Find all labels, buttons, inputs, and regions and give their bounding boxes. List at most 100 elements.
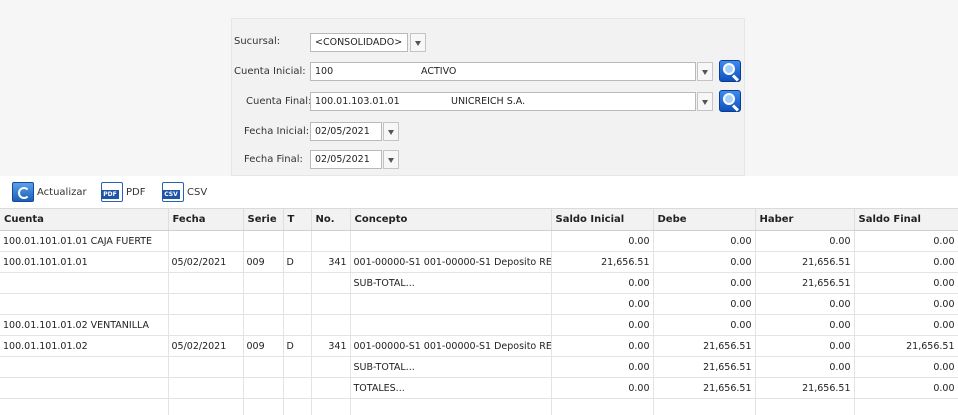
table-row[interactable]: 100.01.101.01.01 CAJA FUERTE 0.00 0.00 0.00… [0, 230, 958, 252]
table-cell [243, 230, 284, 252]
column-header[interactable]: No. [311, 208, 351, 231]
csv-label: CSV [187, 186, 208, 198]
fecha-final-label: Fecha Final: [244, 154, 303, 165]
cuenta-final-dropdown-button[interactable] [697, 92, 713, 111]
table-cell [283, 398, 312, 415]
sucursal-dropdown-button[interactable] [410, 33, 426, 52]
table-cell [168, 377, 244, 399]
table-cell: 21,656.51 [755, 251, 855, 273]
actualizar-button[interactable]: Actualizar [12, 182, 87, 202]
table-cell [283, 230, 312, 252]
table-cell [168, 314, 244, 336]
cuenta-inicial-field[interactable]: 100 ACTIVO [310, 62, 696, 81]
csv-button[interactable]: CSV CSV [162, 182, 207, 202]
fecha-inicial-input[interactable]: 02/05/2021 [310, 122, 382, 141]
pdf-button[interactable]: PDF PDF [101, 182, 145, 202]
refresh-icon [12, 182, 34, 202]
table-cell [243, 398, 284, 415]
table-cell: SUB-TOTAL... [350, 356, 552, 378]
table-cell: 0.00 [551, 293, 654, 315]
column-header[interactable]: Cuenta [0, 208, 169, 231]
table-cell [311, 356, 351, 378]
table-row[interactable]: 100.01.101.01.02 VENTANILLA 0.00 0.00 0.00 0… [0, 314, 958, 336]
table-cell [243, 314, 284, 336]
table-cell [311, 230, 351, 252]
table-cell [168, 293, 244, 315]
sucursal-label: Sucursal: [234, 36, 281, 47]
table-row[interactable]: SUB-TOTAL... 0.00 0.00 21,656.51 0.00 [0, 272, 958, 294]
table-cell [0, 293, 169, 315]
column-header[interactable]: Saldo Inicial [551, 208, 654, 231]
table-cell [168, 398, 244, 415]
cuenta-inicial-code: 100 [315, 66, 334, 77]
cuenta-final-name: UNICREICH S.A. [451, 96, 526, 107]
table-cell: 0.00 [653, 293, 756, 315]
table-cell: 009 [243, 251, 284, 273]
cuenta-final-field[interactable]: 100.01.103.01.01 UNICREICH S.A. [310, 92, 696, 111]
table-cell [0, 356, 169, 378]
table-row[interactable] [0, 398, 958, 415]
report-table: Cuenta Fecha Serie T No. Concepto Saldo Inicia… [0, 208, 958, 415]
cuenta-final-label: Cuenta Final: [246, 96, 312, 107]
column-header[interactable]: Debe [653, 208, 756, 231]
table-cell: 0.00 [854, 377, 958, 399]
table-cell: 05/02/2021 [168, 335, 244, 357]
table-cell [283, 314, 312, 336]
table-row[interactable]: 0.00 0.00 0.00 0.00 [0, 293, 958, 315]
pdf-label: PDF [126, 186, 146, 198]
cuenta-inicial-dropdown-button[interactable] [697, 62, 713, 81]
cuenta-final-search-icon[interactable] [719, 90, 741, 112]
table-cell [283, 356, 312, 378]
fecha-final-dropdown-button[interactable] [383, 150, 399, 169]
table-cell: 21,656.51 [653, 335, 756, 357]
table-row[interactable]: SUB-TOTAL... 0.00 21,656.51 0.00 0.00 [0, 356, 958, 378]
table-cell: D [283, 251, 312, 273]
table-cell [243, 293, 284, 315]
fecha-inicial-dropdown-button[interactable] [383, 122, 399, 141]
table-cell: 21,656.51 [755, 272, 855, 294]
table-cell [551, 398, 654, 415]
sucursal-select[interactable]: <CONSOLIDADO> [310, 33, 408, 52]
table-cell: TOTALES... [350, 377, 552, 399]
table-cell [243, 272, 284, 294]
column-header[interactable]: Fecha [168, 208, 244, 231]
table-row[interactable]: TOTALES... 0.00 21,656.51 21,656.51 0.00 [0, 377, 958, 399]
table-cell: 0.00 [755, 314, 855, 336]
table-cell: 21,656.51 [854, 335, 958, 357]
column-header[interactable]: Concepto [350, 208, 552, 231]
table-cell [653, 398, 756, 415]
cuenta-inicial-search-icon[interactable] [719, 60, 741, 82]
table-cell: 0.00 [653, 251, 756, 273]
table-cell [350, 293, 552, 315]
table-cell: 21,656.51 [653, 377, 756, 399]
pdf-file-icon: PDF [101, 182, 123, 202]
table-cell: 0.00 [551, 335, 654, 357]
table-cell: 0.00 [755, 335, 855, 357]
table-cell [854, 398, 958, 415]
column-header[interactable]: T [283, 208, 312, 231]
table-cell: 0.00 [551, 314, 654, 336]
table-cell: 21,656.51 [551, 251, 654, 273]
table-row[interactable]: 100.01.101.01.01 05/02/2021 009 D 341 001-000… [0, 251, 958, 273]
table-cell: 001-00000-S1 001-00000-S1 Deposito RE [350, 335, 552, 357]
table-cell: 0.00 [551, 272, 654, 294]
column-header[interactable]: Serie [243, 208, 284, 231]
table-cell [311, 377, 351, 399]
toolbar: Actualizar PDF PDF CSV CSV [0, 176, 958, 208]
table-cell [0, 272, 169, 294]
table-cell [350, 314, 552, 336]
table-cell: 0.00 [755, 230, 855, 252]
table-row[interactable]: 100.01.101.01.02 05/02/2021 009 D 341 001-000… [0, 335, 958, 357]
table-cell [0, 398, 169, 415]
table-cell: 0.00 [551, 230, 654, 252]
column-header[interactable]: Haber [755, 208, 855, 231]
table-cell: 0.00 [653, 272, 756, 294]
column-header[interactable]: Saldo Final [854, 208, 958, 231]
table-cell: D [283, 335, 312, 357]
table-cell: 0.00 [551, 377, 654, 399]
table-cell: 100.01.101.01.01 [0, 251, 169, 273]
table-cell [283, 293, 312, 315]
table-cell [350, 398, 552, 415]
fecha-final-input[interactable]: 02/05/2021 [310, 150, 382, 169]
table-cell [311, 293, 351, 315]
